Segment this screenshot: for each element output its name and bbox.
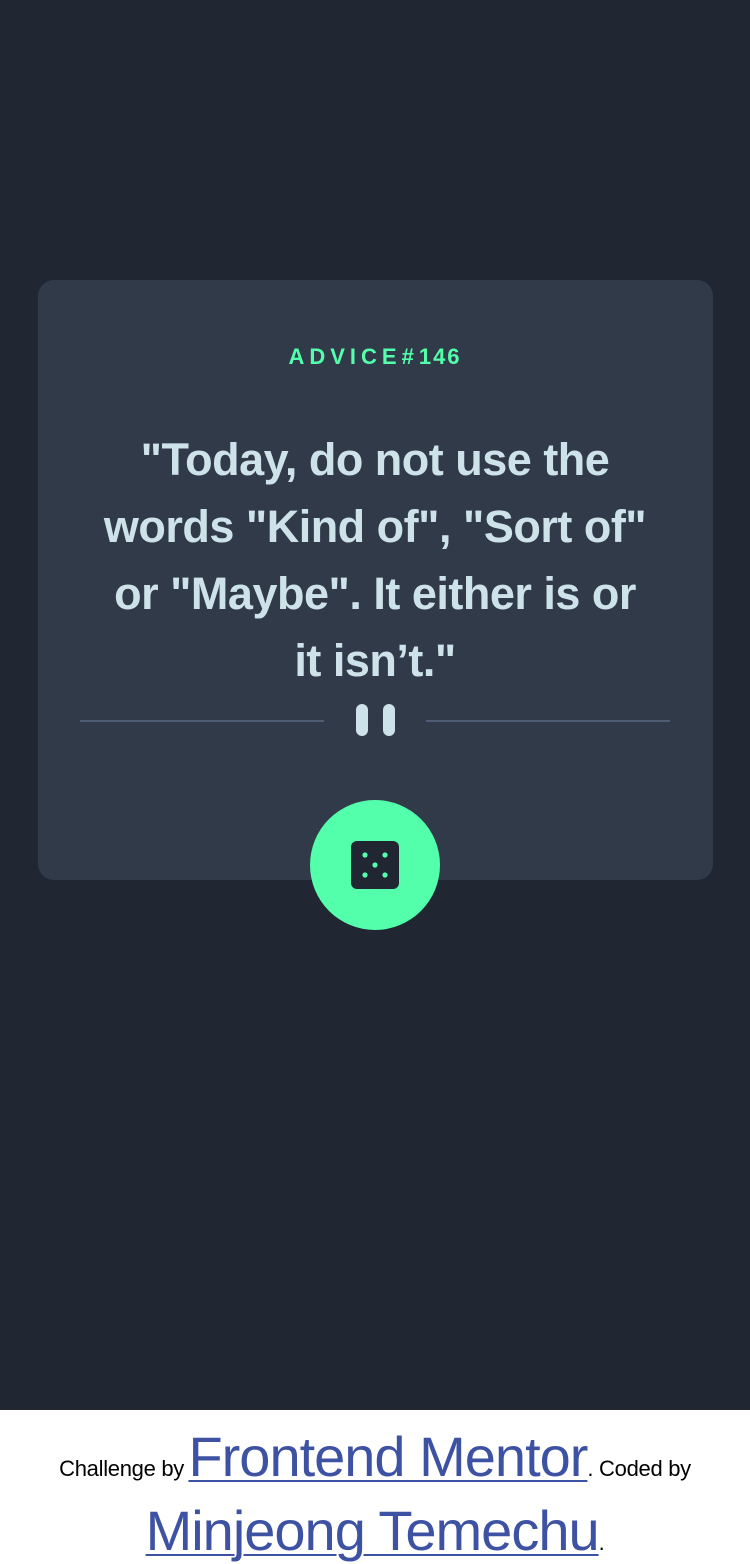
attribution-line-1: Challenge by Frontend Mentor. Coded by bbox=[0, 1424, 750, 1489]
challenge-text: Challenge by bbox=[59, 1456, 184, 1481]
attribution-footer: Challenge by Frontend Mentor. Coded by M… bbox=[0, 1410, 750, 1564]
frontend-mentor-link[interactable]: Frontend Mentor bbox=[188, 1425, 588, 1488]
advice-quote: "Today, do not use the words "Kind of", … bbox=[103, 434, 647, 686]
advice-hash: # bbox=[401, 344, 419, 369]
advice-number: 146 bbox=[418, 344, 462, 369]
divider-line-right bbox=[426, 720, 670, 722]
coded-by-text: . Coded by bbox=[587, 1456, 691, 1481]
attribution-line-2: Minjeong Temechu. bbox=[0, 1498, 750, 1563]
new-advice-button[interactable] bbox=[310, 800, 440, 930]
pause-icon-bar bbox=[383, 704, 395, 736]
advice-label: ADVICE bbox=[288, 344, 402, 369]
dice-icon bbox=[351, 841, 399, 889]
divider-line-left bbox=[80, 720, 324, 722]
pause-icon bbox=[356, 704, 368, 736]
author-link[interactable]: Minjeong Temechu bbox=[146, 1499, 600, 1562]
footer-period: . bbox=[598, 1530, 605, 1555]
advice-id: ADVICE#146 bbox=[0, 343, 750, 371]
